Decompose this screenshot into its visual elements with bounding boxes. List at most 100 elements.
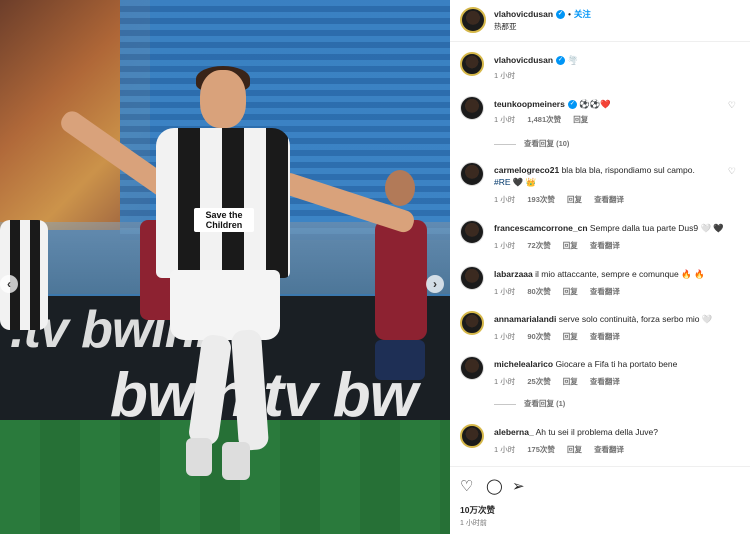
- avatar[interactable]: [460, 356, 484, 380]
- comment-text: Giocare a Fifa ti ha portato bene: [555, 359, 678, 369]
- avatar[interactable]: [460, 7, 486, 33]
- comment-icon[interactable]: ◯: [486, 477, 503, 495]
- post-photo[interactable]: .tv bwin.tv bwin.tv bw Save the Children…: [0, 0, 450, 534]
- comment-body: francescamcorrone_cn Sempre dalla tua pa…: [494, 222, 740, 234]
- comment-body: labarzaaa il mio attaccante, sempre e co…: [494, 268, 740, 280]
- avatar[interactable]: [460, 311, 484, 335]
- avatar[interactable]: [460, 52, 484, 76]
- comment-likes[interactable]: 25次赞: [527, 377, 550, 386]
- comment-likes[interactable]: 1,481次赞: [527, 115, 561, 124]
- comment-time: 1 小时: [494, 287, 516, 296]
- heart-icon[interactable]: ♡: [728, 166, 736, 177]
- avatar[interactable]: [460, 96, 484, 120]
- comment-likes[interactable]: 90次赞: [527, 332, 550, 341]
- comment-text: Ah tu sei il problema della Juve?: [535, 427, 658, 437]
- verified-icon: ✓: [556, 56, 566, 66]
- comment-username[interactable]: teunkoopmeiners: [494, 99, 565, 109]
- heart-icon[interactable]: ♡: [728, 100, 736, 111]
- comment-time: 1 小时: [494, 115, 516, 124]
- separator-dot: •: [568, 10, 571, 19]
- comment-body: aleberna_ Ah tu sei il problema della Ju…: [494, 426, 740, 438]
- comment-time: 1 小时: [494, 332, 516, 341]
- comment-time: 1 小时: [494, 71, 516, 80]
- comment-body: teunkoopmeiners ✓ ⚽⚽❤️: [494, 98, 740, 110]
- post-header: vlahovicdusan ✓ • 关注 热那亚: [450, 0, 750, 42]
- translate-button[interactable]: 查看翻译: [590, 241, 620, 250]
- comment-body: annamarialandi serve solo continuità, fo…: [494, 313, 740, 325]
- shirt-sponsor: Save the Children: [194, 208, 254, 232]
- translate-button[interactable]: 查看翻译: [590, 287, 620, 296]
- comment-username[interactable]: aleberna_: [494, 427, 534, 437]
- comment-text: il mio attaccante, sempre e comunque 🔥 🔥: [535, 269, 705, 279]
- comment-likes[interactable]: 175次赞: [527, 445, 555, 454]
- header-username[interactable]: vlahovicdusan: [494, 9, 553, 19]
- carousel-next-button[interactable]: ›: [426, 275, 444, 293]
- reply-button[interactable]: 回复: [563, 287, 578, 296]
- comments-list: vlahovicdusan ✓ 🌪️ 1 小时 teunkoopmeiners ✓ …: [450, 44, 750, 464]
- comment-username[interactable]: vlahovicdusan: [494, 55, 553, 65]
- view-replies-label: 查看回复 (1): [524, 399, 566, 408]
- reply-button[interactable]: 回复: [563, 332, 578, 341]
- location-link[interactable]: 热那亚: [494, 21, 517, 32]
- comment-username[interactable]: carmelogreco21: [494, 165, 559, 175]
- post-actions: ♡ ◯ ➢ 10万次赞 1 小时前: [450, 466, 750, 534]
- post-side-panel: vlahovicdusan ✓ • 关注 热那亚 vlahovicdusan ✓ 🌪️ …: [450, 0, 750, 534]
- comment-meta: 1 小时: [494, 70, 525, 81]
- comment-likes[interactable]: 193次赞: [527, 195, 555, 204]
- comment-time: 1 小时: [494, 377, 516, 386]
- carousel-prev-button[interactable]: ‹: [0, 275, 18, 293]
- reply-button[interactable]: 回复: [567, 195, 582, 204]
- avatar[interactable]: [460, 424, 484, 448]
- hashtag-link[interactable]: #RE: [494, 177, 511, 187]
- translate-button[interactable]: 查看翻译: [594, 195, 624, 204]
- replies-line: [494, 403, 516, 405]
- comment-text: ⚽⚽❤️: [579, 99, 611, 109]
- comment-meta: 1 小时 90次赞 回复 查看翻译: [494, 331, 630, 342]
- comment-meta: 1 小时 80次赞 回复 查看翻译: [494, 286, 630, 297]
- comment-text-2: 🖤 👑: [512, 177, 537, 187]
- comment-meta: 1 小时 72次赞 回复 查看翻译: [494, 240, 630, 251]
- post-time: 1 小时前: [460, 520, 487, 527]
- comment-text: 🌪️: [567, 55, 579, 65]
- avatar[interactable]: [460, 162, 484, 186]
- reply-button[interactable]: 回复: [567, 445, 582, 454]
- header-username-row: vlahovicdusan ✓ • 关注: [494, 8, 591, 20]
- verified-icon: ✓: [567, 100, 577, 110]
- reply-button[interactable]: 回复: [573, 115, 588, 124]
- comment-body: vlahovicdusan ✓ 🌪️: [494, 54, 740, 66]
- comment-username[interactable]: michelealarico: [494, 359, 553, 369]
- comment-username[interactable]: francescamcorrone_cn: [494, 223, 588, 233]
- translate-button[interactable]: 查看翻译: [590, 332, 620, 341]
- share-icon[interactable]: ➢: [512, 477, 525, 495]
- heart-icon[interactable]: ♡: [460, 477, 473, 495]
- comment-likes[interactable]: 72次赞: [527, 241, 550, 250]
- comment-meta: 1 小时 25次赞 回复 查看翻译: [494, 376, 630, 387]
- reply-button[interactable]: 回复: [563, 241, 578, 250]
- comment-time: 1 小时: [494, 445, 516, 454]
- comment-body: michelealarico Giocare a Fifa ti ha port…: [494, 358, 740, 370]
- comment-text: bla bla bla, rispondiamo sul campo.: [561, 165, 695, 175]
- comment-meta: 1 小时 175次赞 回复 查看翻译: [494, 444, 634, 455]
- comment-time: 1 小时: [494, 241, 516, 250]
- verified-icon: ✓: [556, 10, 566, 20]
- comment-likes[interactable]: 80次赞: [527, 287, 550, 296]
- comment-username[interactable]: labarzaaa: [494, 269, 533, 279]
- post-likes-count[interactable]: 10万次赞: [460, 504, 495, 516]
- view-replies-button[interactable]: 查看回复 (1): [494, 398, 565, 409]
- main-player: Save the Children: [30, 66, 430, 490]
- avatar[interactable]: [460, 266, 484, 290]
- replies-line: [494, 143, 516, 145]
- view-replies-button[interactable]: 查看回复 (10): [494, 138, 569, 149]
- comment-body: carmelogreco21 bla bla bla, rispondiamo …: [494, 164, 740, 188]
- translate-button[interactable]: 查看翻译: [590, 377, 620, 386]
- view-replies-label: 查看回复 (10): [524, 139, 570, 148]
- avatar[interactable]: [460, 220, 484, 244]
- reply-button[interactable]: 回复: [563, 377, 578, 386]
- comment-text: serve solo continuità, forza serbo mio 🤍: [558, 314, 713, 324]
- comment-text: Sempre dalla tua parte Dus9 🤍 🖤: [589, 223, 725, 233]
- follow-button[interactable]: 关注: [574, 9, 591, 19]
- comment-time: 1 小时: [494, 195, 516, 204]
- comment-username[interactable]: annamarialandi: [494, 314, 556, 324]
- comment-meta: 1 小时 193次赞 回复 查看翻译: [494, 194, 634, 205]
- translate-button[interactable]: 查看翻译: [594, 445, 624, 454]
